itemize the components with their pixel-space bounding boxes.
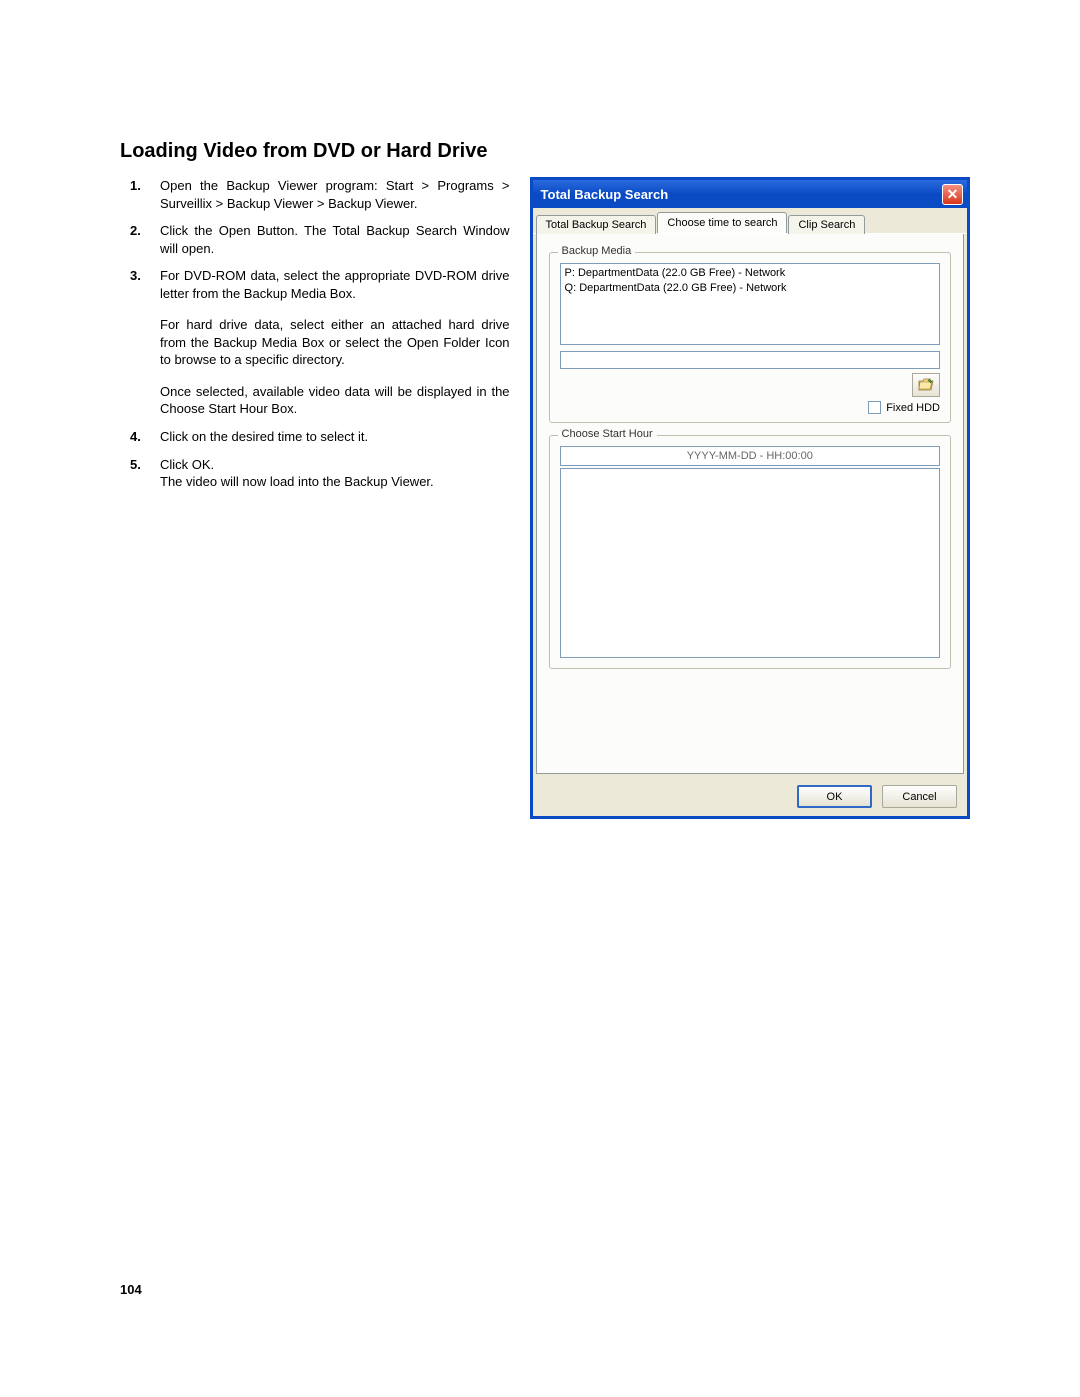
open-folder-button[interactable] (912, 373, 940, 397)
backup-media-legend: Backup Media (558, 245, 636, 257)
list-item[interactable]: P: DepartmentData (22.0 GB Free) - Netwo… (565, 266, 935, 281)
tab-choose-time[interactable]: Choose time to search (657, 212, 787, 233)
cancel-button[interactable]: Cancel (882, 785, 957, 808)
start-hour-input[interactable]: YYYY-MM-DD - HH:00:00 (560, 446, 940, 466)
step-3: 3. For DVD-ROM data, select the appropri… (160, 267, 510, 418)
tab-total-backup-search[interactable]: Total Backup Search (536, 215, 657, 234)
step-number: 2. (130, 222, 141, 240)
step-subtext: For hard drive data, select either an at… (160, 316, 510, 369)
path-input[interactable] (560, 351, 940, 369)
tab-content: Backup Media P: DepartmentData (22.0 GB … (536, 234, 964, 774)
list-item[interactable]: Q: DepartmentData (22.0 GB Free) - Netwo… (565, 281, 935, 296)
step-text: Click on the desired time to select it. (160, 429, 368, 444)
step-1: 1. Open the Backup Viewer program: Start… (160, 177, 510, 212)
instructions-column: 1. Open the Backup Viewer program: Start… (120, 177, 510, 501)
choose-start-hour-legend: Choose Start Hour (558, 428, 657, 440)
backup-media-listbox[interactable]: P: DepartmentData (22.0 GB Free) - Netwo… (560, 263, 940, 345)
tab-row: Total Backup Search Choose time to searc… (533, 208, 967, 234)
step-4: 4. Click on the desired time to select i… (160, 428, 510, 446)
tab-clip-search[interactable]: Clip Search (788, 215, 865, 234)
step-text: Click OK. (160, 457, 214, 472)
close-icon: ✕ (947, 186, 959, 203)
dialog-title: Total Backup Search (541, 187, 669, 202)
step-text: Open the Backup Viewer program: Start > … (160, 178, 510, 211)
choose-start-hour-fieldset: Choose Start Hour YYYY-MM-DD - HH:00:00 (549, 435, 951, 669)
step-text: Click the Open Button. The Total Backup … (160, 223, 510, 256)
fixed-hdd-label: Fixed HDD (886, 402, 940, 414)
close-button[interactable]: ✕ (942, 184, 963, 205)
backup-media-fieldset: Backup Media P: DepartmentData (22.0 GB … (549, 252, 951, 423)
total-backup-search-dialog: Total Backup Search ✕ Total Backup Searc… (530, 177, 970, 819)
dialog-titlebar[interactable]: Total Backup Search ✕ (533, 180, 967, 208)
dialog-button-row: OK Cancel (533, 777, 967, 816)
step-subtext: The video will now load into the Backup … (160, 473, 510, 491)
ok-button[interactable]: OK (797, 785, 872, 808)
step-5: 5. Click OK. The video will now load int… (160, 456, 510, 491)
step-number: 4. (130, 428, 141, 446)
step-number: 1. (130, 177, 141, 195)
folder-open-icon (918, 378, 934, 392)
step-text: For DVD-ROM data, select the appropriate… (160, 268, 510, 301)
fixed-hdd-checkbox[interactable] (868, 401, 881, 414)
section-title: Loading Video from DVD or Hard Drive (120, 140, 970, 163)
start-hour-listbox[interactable] (560, 468, 940, 658)
step-number: 3. (130, 267, 141, 285)
step-number: 5. (130, 456, 141, 474)
page-number: 104 (120, 1282, 142, 1297)
step-subtext: Once selected, available video data will… (160, 383, 510, 418)
step-2: 2. Click the Open Button. The Total Back… (160, 222, 510, 257)
